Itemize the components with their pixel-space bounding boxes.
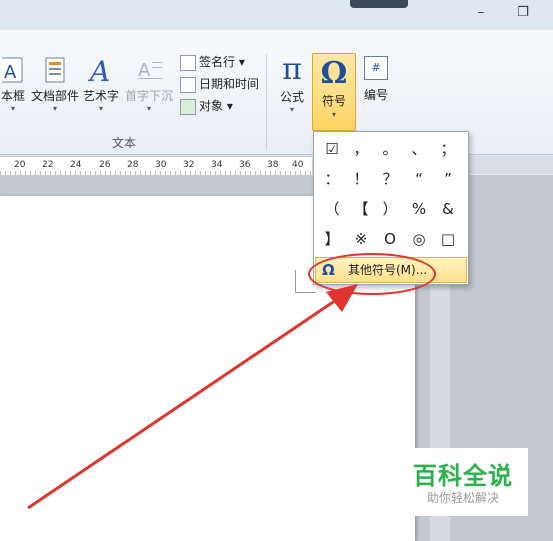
watermark-subtitle: 助你轻松解决 (426, 491, 499, 505)
watermark-title: 百科全说 (413, 462, 513, 490)
arrow-head (326, 284, 358, 312)
arrow-shaft (27, 294, 343, 510)
watermark-logo: 百科全说 助你轻松解决 (398, 448, 528, 516)
